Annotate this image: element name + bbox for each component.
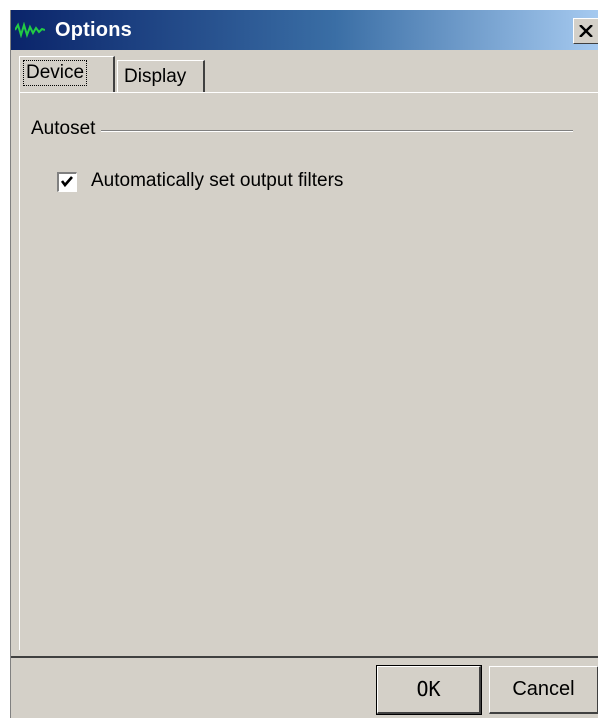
button-bar-divider: [11, 656, 598, 658]
options-dialog: Options Device Display Autoset Automatic…: [10, 10, 598, 718]
auto-filters-label[interactable]: Automatically set output filters: [91, 170, 343, 192]
group-divider: [39, 130, 573, 132]
tab-device[interactable]: Device: [19, 56, 115, 92]
close-icon: [579, 25, 593, 37]
waveform-icon: [15, 22, 45, 38]
checkmark-icon: [60, 176, 73, 188]
close-button[interactable]: [573, 18, 598, 44]
ok-button-label: OK: [416, 677, 441, 701]
window-title: Options: [55, 19, 132, 41]
cancel-button-label: Cancel: [512, 678, 575, 700]
cancel-button[interactable]: Cancel: [489, 666, 598, 714]
tab-device-label: Device: [22, 60, 88, 86]
tab-display-label: Display: [124, 66, 187, 87]
tab-display[interactable]: Display: [117, 60, 205, 92]
auto-filters-checkbox[interactable]: [57, 172, 77, 192]
ok-button[interactable]: OK: [376, 665, 482, 715]
title-bar[interactable]: Options: [11, 10, 598, 50]
autoset-group-label: Autoset: [31, 118, 102, 140]
